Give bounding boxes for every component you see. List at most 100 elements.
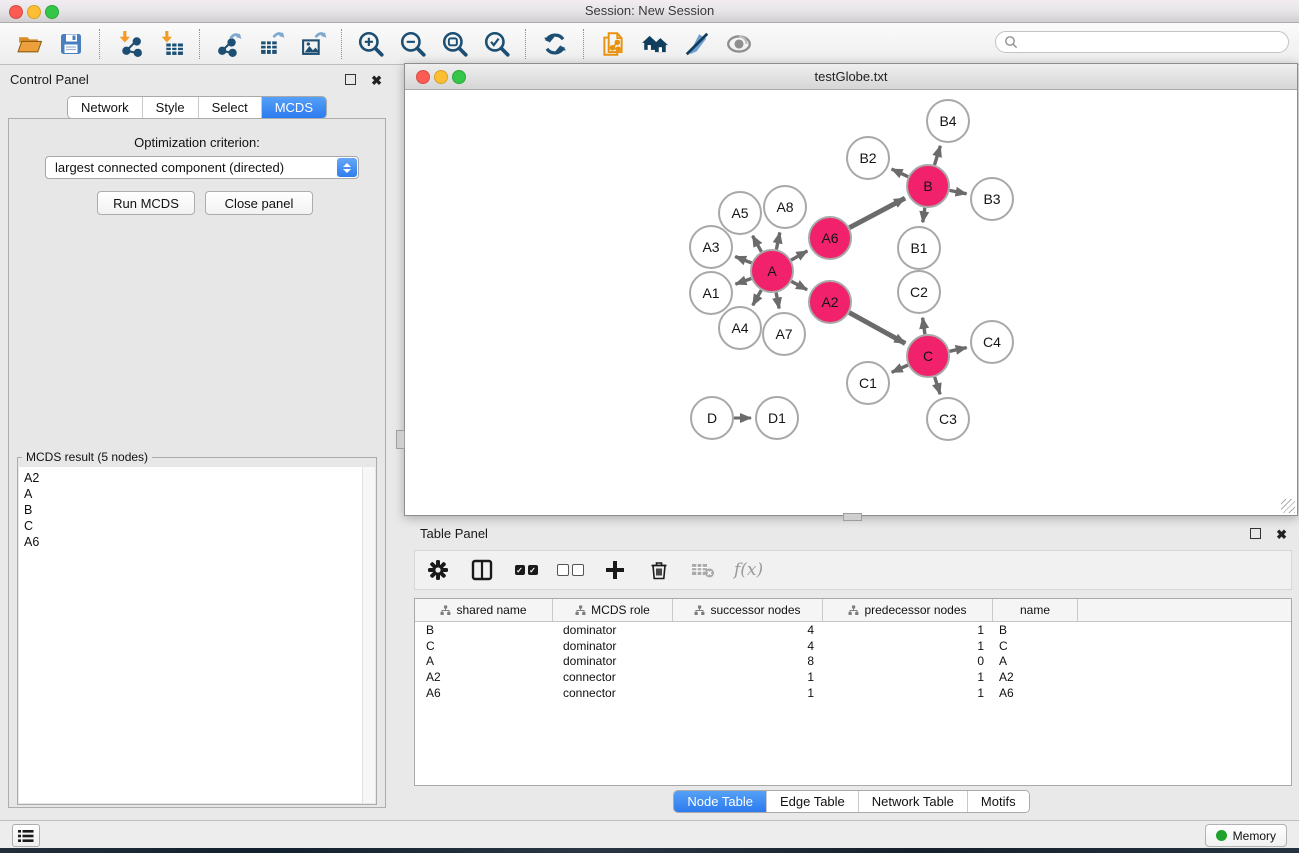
mcds-result-scrollbar[interactable] [363, 467, 375, 803]
close-panel-button[interactable]: Close panel [205, 191, 313, 215]
graph-edge-C-C2[interactable] [923, 318, 925, 334]
table-cell[interactable]: 1 [673, 670, 823, 684]
table-cell[interactable]: 4 [673, 623, 823, 637]
graph-edge-A-A6[interactable] [791, 251, 807, 260]
table-cell[interactable]: A6 [415, 686, 553, 700]
table-cell[interactable]: B [993, 623, 1078, 637]
table-cell[interactable]: dominator [553, 623, 673, 637]
zoom-selected-button[interactable] [476, 26, 518, 62]
delete-table-button[interactable] [690, 555, 716, 585]
tab-mcds[interactable]: MCDS [261, 97, 326, 118]
column-visibility-button[interactable] [469, 555, 495, 585]
table-cell[interactable]: 1 [823, 670, 993, 684]
table-cell[interactable]: 0 [823, 654, 993, 668]
network-canvas[interactable]: B4B2BB3A5A8A6B1A3AC2A1A2A4A7C4CC1C3DD1 [406, 90, 1296, 514]
graph-edge-B-B4[interactable] [934, 146, 940, 165]
column-header[interactable]: successor nodes [673, 599, 823, 621]
table-cell[interactable]: dominator [553, 654, 673, 668]
table-row[interactable]: A6connector11A6 [415, 685, 1291, 701]
table-settings-button[interactable] [425, 555, 451, 585]
table-row[interactable]: Bdominator41B [415, 622, 1291, 638]
table-row[interactable]: Cdominator41C [415, 638, 1291, 654]
table-cell[interactable]: C [993, 639, 1078, 653]
mcds-result-item[interactable]: C [24, 518, 362, 534]
zoom-fit-button[interactable] [434, 26, 476, 62]
graph-edge-C-C1[interactable] [892, 365, 908, 372]
zoom-in-button[interactable] [350, 26, 392, 62]
column-header[interactable]: predecessor nodes [823, 599, 993, 621]
refresh-button[interactable] [534, 26, 576, 62]
tab-node-table[interactable]: Node Table [674, 791, 766, 812]
table-cell[interactable]: connector [553, 670, 673, 684]
mcds-result-item[interactable]: A6 [24, 534, 362, 550]
table-cell[interactable]: dominator [553, 639, 673, 653]
close-panel-icon[interactable]: ✖ [1276, 527, 1287, 542]
tab-network-table[interactable]: Network Table [858, 791, 967, 812]
mcds-result-item[interactable]: A2 [24, 470, 362, 486]
mcds-result-item[interactable]: A [24, 486, 362, 502]
window-resize-grip[interactable] [1281, 499, 1295, 513]
graph-edge-A-A7[interactable] [776, 293, 779, 309]
run-mcds-button[interactable]: Run MCDS [97, 191, 195, 215]
graph-edge-A-A2[interactable] [791, 281, 807, 289]
column-header[interactable]: shared name [415, 599, 553, 621]
graph-edge-C-C3[interactable] [935, 377, 940, 394]
tab-edge-table[interactable]: Edge Table [766, 791, 858, 812]
float-panel-icon[interactable] [345, 74, 356, 85]
table-cell[interactable]: A6 [993, 686, 1078, 700]
tab-network[interactable]: Network [68, 97, 142, 118]
close-panel-icon[interactable]: ✖ [371, 73, 382, 88]
column-header[interactable]: name [993, 599, 1078, 621]
network-window-titlebar[interactable]: testGlobe.txt [405, 64, 1297, 90]
table-cell[interactable]: 1 [823, 686, 993, 700]
hide-annotations-button[interactable] [676, 26, 718, 62]
table-cell[interactable]: A2 [993, 670, 1078, 684]
table-cell[interactable]: C [415, 639, 553, 653]
graph-edge-A-A4[interactable] [753, 290, 762, 305]
graph-edge-A-A8[interactable] [776, 232, 779, 249]
export-image-button[interactable] [292, 26, 334, 62]
column-header[interactable]: MCDS role [553, 599, 673, 621]
memory-button[interactable]: Memory [1205, 824, 1287, 847]
mcds-result-list[interactable]: A2ABCA6 [19, 467, 363, 803]
search-input[interactable] [1018, 34, 1272, 50]
export-network-button[interactable] [208, 26, 250, 62]
tab-style[interactable]: Style [142, 97, 198, 118]
add-column-button[interactable] [602, 555, 628, 585]
table-cell[interactable]: B [415, 623, 553, 637]
delete-column-button[interactable] [646, 555, 672, 585]
graph-edge-A-A1[interactable] [735, 278, 751, 284]
table-row[interactable]: A2connector11A2 [415, 669, 1291, 685]
home-view-button[interactable] [634, 26, 676, 62]
search-field[interactable] [995, 31, 1289, 53]
graph-edge-B-B3[interactable] [950, 190, 967, 193]
vertical-splitter-handle[interactable] [396, 430, 405, 449]
mcds-result-item[interactable]: B [24, 502, 362, 518]
graph-edge-A-A5[interactable] [753, 236, 762, 252]
optimization-criterion-select[interactable]: largest connected component (directed) [45, 156, 359, 179]
network-graph[interactable]: B4B2BB3A5A8A6B1A3AC2A1A2A4A7C4CC1C3DD1 [406, 90, 1296, 514]
clone-network-button[interactable] [592, 26, 634, 62]
import-network-button[interactable] [108, 26, 150, 62]
graph-edge-A-A3[interactable] [735, 257, 751, 263]
zoom-out-button[interactable] [392, 26, 434, 62]
tab-motifs[interactable]: Motifs [967, 791, 1029, 812]
select-all-button[interactable]: ✓ ✓ [513, 555, 539, 585]
table-cell[interactable]: connector [553, 686, 673, 700]
table-cell[interactable]: 1 [823, 623, 993, 637]
graphics-details-button[interactable] [718, 26, 760, 62]
tab-select[interactable]: Select [198, 97, 261, 118]
graph-edge-B-B1[interactable] [923, 208, 925, 222]
table-row[interactable]: Adominator80A [415, 654, 1291, 670]
table-cell[interactable]: A [415, 654, 553, 668]
task-history-button[interactable] [12, 824, 40, 847]
table-cell[interactable]: A2 [415, 670, 553, 684]
graph-edge-B-B2[interactable] [892, 169, 909, 177]
deselect-all-button[interactable] [557, 555, 584, 585]
table-cell[interactable]: 8 [673, 654, 823, 668]
table-cell[interactable]: A [993, 654, 1078, 668]
export-table-button[interactable] [250, 26, 292, 62]
table-cell[interactable]: 4 [673, 639, 823, 653]
function-builder-button[interactable]: f(x) [734, 555, 763, 585]
graph-edge-A2-C[interactable] [849, 313, 905, 344]
